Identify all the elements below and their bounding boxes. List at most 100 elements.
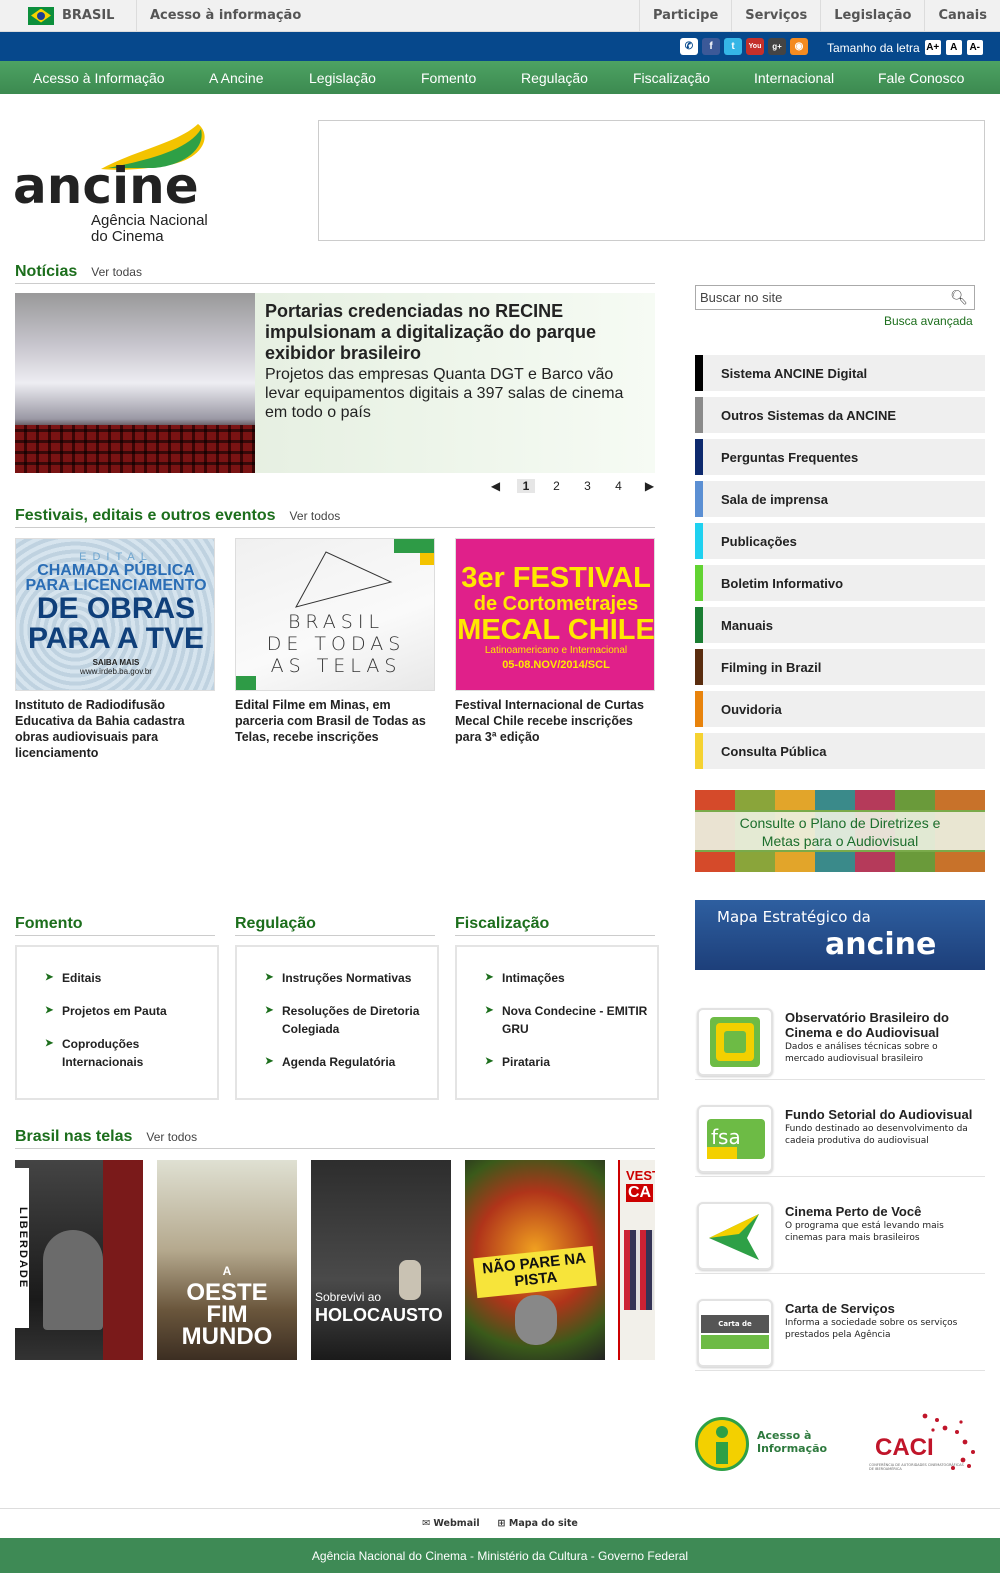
ancine-logo[interactable]: ancine Agência Nacional do Cinema	[13, 121, 223, 246]
movie-poster[interactable]: VEST CA	[618, 1160, 655, 1360]
nav-fale-conosco[interactable]: Fale Conosco	[878, 70, 964, 86]
event-card[interactable]: 3er FESTIVAL de Cortometrajes MECAL CHIL…	[455, 538, 655, 745]
featured-headline[interactable]: Portarias credenciadas no RECINE impulsi…	[265, 301, 650, 364]
side-menu-consulta-publica[interactable]: Consulta Pública	[695, 733, 985, 769]
poster-figure	[515, 1295, 557, 1345]
sitemap-link[interactable]: ⊞ Mapa do site	[498, 1518, 578, 1529]
event-caption[interactable]: Instituto de Radiodifusão Educativa da B…	[15, 697, 215, 761]
side-menu-ouvidoria[interactable]: Ouvidoria	[695, 691, 985, 727]
events-see-all-link[interactable]: Ver todos	[290, 509, 341, 523]
carta-servicos-icon: Carta de Serviços	[697, 1299, 773, 1367]
side-menu-publicacoes[interactable]: Publicações	[695, 523, 985, 559]
event-image-accent	[236, 676, 256, 690]
movie-poster[interactable]: Sobrevivi ao HOLOCAUSTO	[311, 1160, 451, 1360]
regulacao-link[interactable]: Agenda Regulatória	[265, 1053, 437, 1071]
mapa-banner-text: Mapa Estratégico da	[717, 908, 871, 926]
observatorio-title[interactable]: Observatório Brasileiro do Cinema e do A…	[785, 1010, 949, 1040]
brasil-nas-telas-see-all-link[interactable]: Ver todos	[146, 1130, 197, 1144]
main-nav: Acesso à Informação A Ancine Legislação …	[0, 61, 1000, 94]
fsa-card[interactable]: fsa Fundo Setorial do Audiovisual Fundo d…	[695, 1102, 985, 1177]
sitemap-icon: ⊞	[497, 1518, 506, 1529]
logo-subtitle-2: do Cinema	[91, 228, 164, 245]
side-menu-sala-de-imprensa[interactable]: Sala de imprensa	[695, 481, 985, 517]
nav-acesso-informacao[interactable]: Acesso à Informação	[33, 70, 165, 86]
brasil-link[interactable]: BRASIL	[28, 0, 114, 31]
page-3[interactable]: 3	[572, 479, 603, 493]
prev-arrow-icon[interactable]: ◀	[480, 479, 511, 493]
page-4[interactable]: 4	[603, 479, 634, 493]
observatorio-card[interactable]: Observatório Brasileiro do Cinema e do A…	[695, 1005, 985, 1080]
acesso-informacao-logo[interactable]: Acesso à Informação	[695, 1415, 830, 1475]
search-input[interactable]: Buscar no site 🔍︎	[695, 285, 975, 310]
gov-link-legislacao[interactable]: Legislação	[820, 0, 924, 31]
regulacao-box: Instruções Normativas Resoluções de Dire…	[235, 945, 439, 1100]
fsa-icon-text: fsa	[711, 1125, 741, 1149]
phone-icon[interactable]: ✆	[680, 38, 698, 55]
nav-fomento[interactable]: Fomento	[421, 70, 476, 86]
fiscalizacao-link[interactable]: Pirataria	[485, 1053, 657, 1071]
cinema-seat-rows	[15, 425, 255, 473]
side-menu-filming-in-brazil[interactable]: Filming in Brazil	[695, 649, 985, 685]
event-card[interactable]: BRASIL DE TODAS AS TELAS Edital Filme em…	[235, 538, 435, 745]
advanced-search-link[interactable]: Busca avançada	[884, 314, 973, 328]
gov-link-canais[interactable]: Canais	[924, 0, 1000, 31]
gov-link-participe[interactable]: Participe	[638, 0, 731, 31]
font-reset-button[interactable]: A	[945, 40, 962, 55]
fomento-link[interactable]: Projetos em Pauta	[45, 1002, 217, 1020]
poster-title: CA	[626, 1184, 654, 1202]
event-caption[interactable]: Edital Filme em Minas, em parceria com B…	[235, 697, 435, 745]
cinema-screen-image	[15, 293, 255, 473]
carta-servicos-title[interactable]: Carta de Serviços	[785, 1301, 895, 1316]
access-info-link[interactable]: Acesso à informação	[136, 0, 301, 31]
font-increase-button[interactable]: A+	[924, 40, 941, 55]
event-image-lines	[295, 551, 393, 608]
featured-news[interactable]: Portarias credenciadas no RECINE impulsi…	[15, 293, 655, 473]
font-size-label: Tamanho da letra	[827, 40, 920, 55]
next-arrow-icon[interactable]: ▶	[634, 479, 665, 493]
search-icon[interactable]: 🔍︎	[950, 289, 968, 306]
font-decrease-button[interactable]: A-	[966, 40, 983, 55]
nav-legislacao[interactable]: Legislação	[309, 70, 376, 86]
page-1[interactable]: 1	[517, 479, 535, 493]
fomento-title: Fomento	[15, 915, 215, 936]
fomento-link[interactable]: Coproduções Internacionais	[45, 1035, 217, 1071]
movie-poster[interactable]: LIBERDADE	[15, 1160, 143, 1360]
event-caption[interactable]: Festival Internacional de Curtas Mecal C…	[455, 697, 655, 745]
caci-logo[interactable]: CACI CONFERÊNCIA DE AUTORIDADES CINEMATO…	[845, 1408, 985, 1483]
rss-icon[interactable]: ◉	[790, 38, 808, 55]
side-menu-boletim-informativo[interactable]: Boletim Informativo	[695, 565, 985, 601]
event-card[interactable]: EDITAL CHAMADA PÚBLICA PARA LICENCIAMENT…	[15, 538, 215, 761]
nav-fiscalizacao[interactable]: Fiscalização	[633, 70, 710, 86]
plano-diretrizes-banner[interactable]: Consulte o Plano de Diretrizes e Metas p…	[695, 790, 985, 872]
news-see-all-link[interactable]: Ver todas	[91, 265, 142, 279]
side-menu-perguntas-frequentes[interactable]: Perguntas Frequentes	[695, 439, 985, 475]
fomento-link[interactable]: Editais	[45, 969, 217, 987]
facebook-icon[interactable]: f	[702, 38, 720, 55]
movie-poster[interactable]: A OESTE FIM MUNDO	[157, 1160, 297, 1360]
webmail-label: Webmail	[433, 1518, 480, 1529]
nav-regulacao[interactable]: Regulação	[521, 70, 588, 86]
side-menu-sistema-ancine-digital[interactable]: Sistema ANCINE Digital	[695, 355, 985, 391]
carta-servicos-card[interactable]: Carta de Serviços Carta de Serviços Infor…	[695, 1296, 985, 1371]
nav-internacional[interactable]: Internacional	[754, 70, 834, 86]
cinema-perto-card[interactable]: Cinema Perto de Você O programa que está …	[695, 1199, 985, 1274]
youtube-icon[interactable]: You	[746, 38, 764, 55]
regulacao-link[interactable]: Resoluções de Diretoria Colegiada	[265, 1002, 437, 1038]
page-2[interactable]: 2	[541, 479, 572, 493]
movie-poster[interactable]: NÃO PARE NA PISTA	[465, 1160, 605, 1360]
side-menu-manuais[interactable]: Manuais	[695, 607, 985, 643]
webmail-link[interactable]: ✉ Webmail	[422, 1518, 480, 1529]
cinema-perto-title[interactable]: Cinema Perto de Você	[785, 1204, 921, 1219]
mapa-estrategico-banner[interactable]: Mapa Estratégico da ancine	[695, 900, 985, 970]
regulacao-link[interactable]: Instruções Normativas	[265, 969, 437, 987]
google-plus-icon[interactable]: g+	[768, 38, 786, 55]
gov-link-servicos[interactable]: Serviços	[731, 0, 820, 31]
twitter-icon[interactable]: t	[724, 38, 742, 55]
poster-figure	[43, 1230, 103, 1330]
fsa-title[interactable]: Fundo Setorial do Audiovisual	[785, 1107, 972, 1122]
fiscalizacao-link[interactable]: Intimações	[485, 969, 657, 987]
plano-banner-text: Consulte o Plano de Diretrizes e	[739, 815, 941, 831]
nav-a-ancine[interactable]: A Ancine	[209, 70, 264, 86]
fiscalizacao-link[interactable]: Nova Condecine - EMITIR GRU	[485, 1002, 657, 1038]
side-menu-outros-sistemas[interactable]: Outros Sistemas da ANCINE	[695, 397, 985, 433]
